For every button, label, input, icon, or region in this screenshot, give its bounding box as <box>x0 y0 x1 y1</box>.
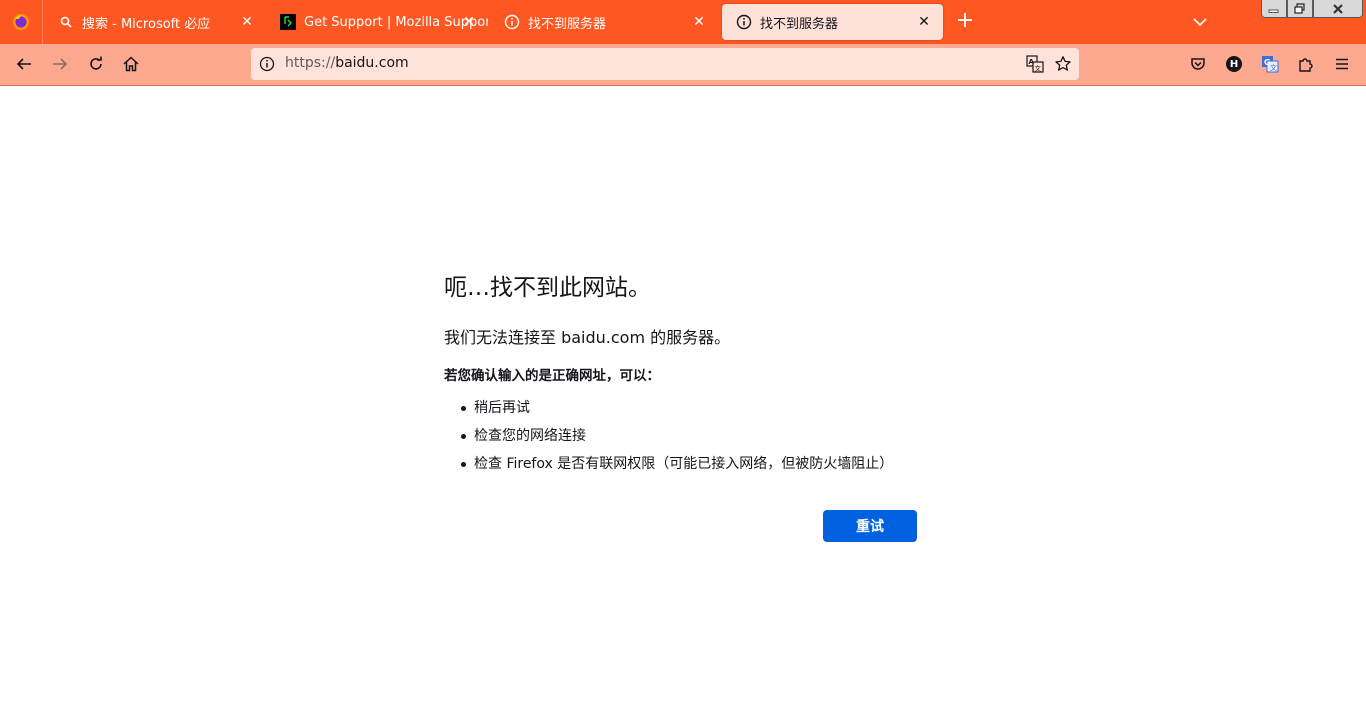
extensions-puzzle-icon[interactable] <box>1294 52 1318 76</box>
tab-bing-search[interactable]: 搜索 - Microsoft 必应 ✕ <box>44 4 266 40</box>
new-tab-plus-icon[interactable]: + <box>953 10 977 34</box>
svg-text:文: 文 <box>1270 63 1277 72</box>
mozilla-support-favicon-icon <box>280 14 296 30</box>
list-all-tabs-chevron-down-icon[interactable] <box>1190 12 1210 32</box>
close-tab-icon[interactable]: ✕ <box>915 13 933 31</box>
list-item: 检查您的网络连接 <box>444 424 893 452</box>
page-title: 呃…找不到此网站。 <box>444 275 651 301</box>
close-tab-icon[interactable]: ✕ <box>690 13 708 31</box>
tab-server-not-found-active[interactable]: 找不到服务器 ✕ <box>722 4 943 40</box>
bookmark-star-icon[interactable] <box>1054 55 1072 77</box>
suggestion-list: 稍后再试 检查您的网络连接 检查 Firefox 是否有联网权限（可能已接入网络… <box>444 396 893 480</box>
url-bar[interactable]: https://baidu.com A文 <box>251 48 1079 80</box>
reload-icon[interactable] <box>84 52 108 76</box>
restore-button[interactable] <box>1287 0 1313 18</box>
svg-text:文: 文 <box>1035 64 1042 73</box>
close-tab-icon[interactable]: ✕ <box>460 13 478 31</box>
avatar-letter: H <box>1226 56 1242 72</box>
back-arrow-icon[interactable] <box>12 52 36 76</box>
account-avatar[interactable]: H <box>1222 52 1246 76</box>
error-description: 我们无法连接至 baidu.com 的服务器。 <box>444 328 731 347</box>
close-tab-icon[interactable]: ✕ <box>238 13 256 31</box>
firefox-logo-icon <box>13 14 29 30</box>
hamburger-menu-icon[interactable] <box>1330 52 1354 76</box>
info-icon <box>504 14 520 30</box>
info-icon <box>736 14 752 30</box>
url-host: baidu.com <box>335 55 409 71</box>
tab-mozilla-support[interactable]: Get Support | Mozilla Support ✕ <box>266 4 488 40</box>
firefox-menu[interactable] <box>0 0 43 44</box>
url-text[interactable]: https://baidu.com <box>285 55 409 71</box>
forward-arrow-icon[interactable] <box>48 52 72 76</box>
window-controls <box>1261 0 1363 18</box>
close-window-button[interactable] <box>1313 0 1363 18</box>
minimize-button[interactable] <box>1261 0 1287 18</box>
tab-strip: 搜索 - Microsoft 必应 ✕ Get Support | Mozill… <box>0 0 1366 44</box>
home-icon[interactable] <box>119 52 143 76</box>
list-item: 稍后再试 <box>444 396 893 424</box>
translate-extension-icon[interactable]: G文 <box>1258 52 1282 76</box>
tab-server-not-found-1[interactable]: 找不到服务器 ✕ <box>490 4 718 40</box>
translate-page-icon[interactable]: A文 <box>1026 55 1044 77</box>
site-info-icon[interactable] <box>259 56 275 76</box>
suggestion-heading: 若您确认输入的是正确网址，可以： <box>444 368 660 384</box>
retry-button[interactable]: 重试 <box>823 510 917 542</box>
list-item: 检查 Firefox 是否有联网权限（可能已接入网络，但被防火墙阻止） <box>444 452 893 480</box>
search-icon <box>58 14 74 30</box>
url-scheme: https:// <box>285 55 336 71</box>
pocket-icon[interactable] <box>1186 52 1210 76</box>
error-container: 呃…找不到此网站。 我们无法连接至 baidu.com 的服务器。 若您确认输入… <box>444 268 924 472</box>
